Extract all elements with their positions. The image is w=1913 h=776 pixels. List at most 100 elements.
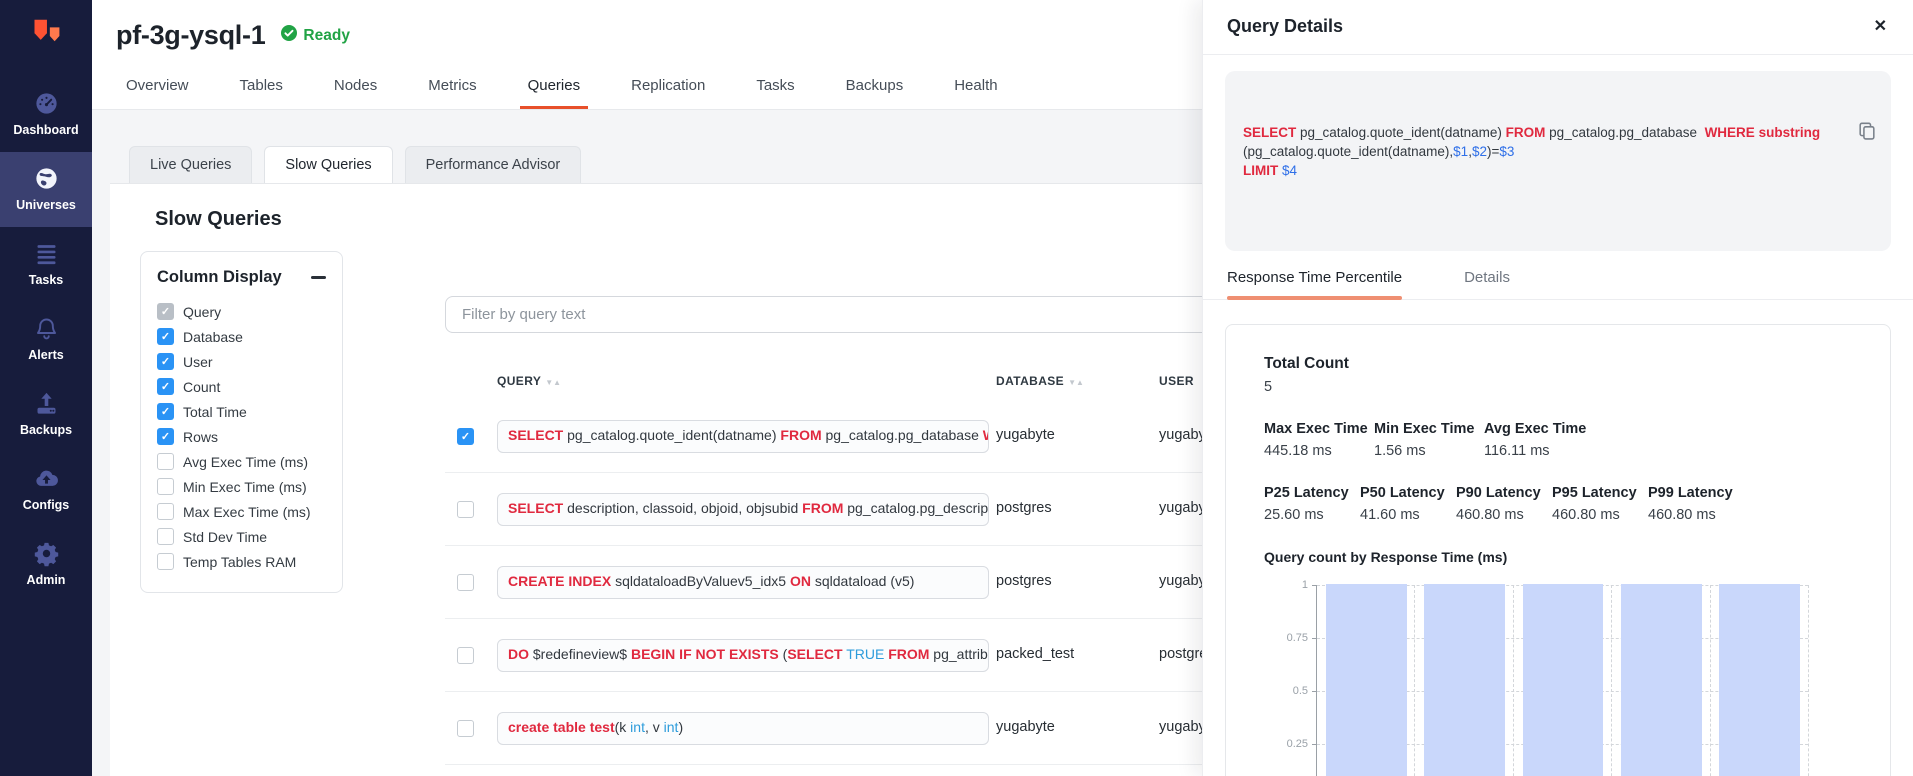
- sidebar-item-label: Dashboard: [2, 123, 90, 137]
- sidebar-item-alerts[interactable]: Alerts: [0, 302, 92, 377]
- column-toggle-total-time[interactable]: ✓Total Time: [157, 399, 326, 424]
- y-axis-tick-label: 0.25: [1264, 738, 1308, 750]
- column-toggle-label: User: [183, 354, 213, 370]
- tab-replication[interactable]: Replication: [629, 77, 707, 109]
- checkbox-icon[interactable]: ✓: [157, 328, 174, 345]
- close-icon[interactable]: ✕: [1874, 16, 1887, 36]
- column-display-title: Column Display: [157, 268, 282, 287]
- checkbox-icon[interactable]: [157, 453, 174, 470]
- query-sql-box: SELECT pg_catalog.quote_ident(datname) F…: [1225, 71, 1891, 251]
- copy-icon[interactable]: [1856, 82, 1878, 104]
- sql-line: LIMIT $4: [1243, 161, 1839, 180]
- checkbox-icon[interactable]: ✓: [157, 353, 174, 370]
- checkbox-icon[interactable]: [157, 478, 174, 495]
- column-toggle-label: Std Dev Time: [183, 529, 267, 545]
- sidebar: Dashboard Universes Tasks Alerts Backups Conf…: [0, 0, 92, 776]
- query-details-panel: Query Details ✕ SELECT pg_catalog.quote_…: [1202, 0, 1913, 776]
- column-toggle-label: Rows: [183, 429, 218, 445]
- column-toggle-label: Max Exec Time (ms): [183, 504, 311, 520]
- row-checkbox[interactable]: [457, 501, 474, 518]
- query-filter-input[interactable]: [445, 296, 1215, 333]
- ready-check-icon: [281, 25, 297, 46]
- tab-backups[interactable]: Backups: [844, 77, 906, 109]
- sidebar-item-backups[interactable]: Backups: [0, 377, 92, 452]
- checkbox-icon[interactable]: ✓: [157, 428, 174, 445]
- sidebar-item-label: Backups: [2, 423, 90, 437]
- stat-max-exec-time: Max Exec Time445.18 ms: [1264, 421, 1374, 459]
- stat-avg-exec-time: Avg Exec Time116.11 ms: [1484, 421, 1594, 459]
- row-checkbox[interactable]: ✓: [457, 428, 474, 445]
- total-count-label: Total Count: [1264, 355, 1852, 373]
- database-cell: postgres: [996, 500, 1052, 516]
- checkbox-icon[interactable]: [157, 528, 174, 545]
- subtab-live-queries[interactable]: Live Queries: [129, 146, 252, 183]
- subtab-performance-advisor[interactable]: Performance Advisor: [405, 146, 582, 183]
- stat-p50-latency: P50 Latency41.60 ms: [1360, 485, 1456, 523]
- column-toggle-std-dev-time[interactable]: Std Dev Time: [157, 524, 326, 549]
- column-header-database[interactable]: DATABASE▼▲: [996, 374, 1084, 388]
- latency-stats-row: P25 Latency25.60 msP50 Latency41.60 msP9…: [1264, 485, 1852, 523]
- column-toggle-max-exec-time-ms[interactable]: Max Exec Time (ms): [157, 499, 326, 524]
- stat-p25-latency: P25 Latency25.60 ms: [1264, 485, 1360, 523]
- column-toggle-label: Avg Exec Time (ms): [183, 454, 308, 470]
- sidebar-item-configs[interactable]: Configs: [0, 452, 92, 527]
- column-toggle-temp-tables-ram[interactable]: Temp Tables RAM: [157, 549, 326, 574]
- sidebar-item-dashboard[interactable]: Dashboard: [0, 77, 92, 152]
- details-tab-response-time-percentile[interactable]: Response Time Percentile: [1227, 269, 1402, 299]
- checkbox-icon[interactable]: [157, 553, 174, 570]
- tab-overview[interactable]: Overview: [124, 77, 191, 109]
- sort-arrows-icon[interactable]: ▼▲: [545, 378, 561, 387]
- query-details-title: Query Details: [1227, 16, 1343, 37]
- query-text-chip[interactable]: DO $redefineview$ BEGIN IF NOT EXISTS (S…: [497, 639, 989, 672]
- details-tab-details[interactable]: Details: [1464, 269, 1510, 299]
- sidebar-item-universes[interactable]: Universes: [0, 152, 92, 227]
- checkbox-icon[interactable]: [157, 503, 174, 520]
- column-toggle-database[interactable]: ✓ Database: [157, 324, 326, 349]
- histogram-bar: [1621, 584, 1702, 776]
- column-toggle-label: Temp Tables RAM: [183, 554, 296, 570]
- row-checkbox[interactable]: [457, 720, 474, 737]
- sidebar-item-label: Universes: [2, 198, 90, 212]
- page-title: pf-3g-ysql-1: [116, 20, 265, 51]
- sql-line: SELECT pg_catalog.quote_ident(datname) F…: [1243, 123, 1839, 142]
- sidebar-item-admin[interactable]: Admin: [0, 527, 92, 602]
- database-cell: packed_test: [996, 646, 1074, 662]
- column-header-query[interactable]: QUERY▼▲: [497, 374, 561, 388]
- column-toggle-rows[interactable]: ✓ Rows: [157, 424, 326, 449]
- column-toggle-label: Min Exec Time (ms): [183, 479, 307, 495]
- column-toggle-label: Query: [183, 304, 221, 320]
- sidebar-item-tasks[interactable]: Tasks: [0, 227, 92, 302]
- checkbox-icon[interactable]: ✓: [157, 403, 174, 420]
- tab-tasks[interactable]: Tasks: [754, 77, 796, 109]
- column-toggle-label: Database: [183, 329, 243, 345]
- universe-nav-tabs: Overview Tables Nodes Metrics Queries Replica…: [124, 77, 1000, 109]
- alerts-icon: [33, 315, 60, 342]
- sort-arrows-icon[interactable]: ▼▲: [1068, 378, 1084, 387]
- sql-line: (pg_catalog.quote_ident(datname),$1,$2)=…: [1243, 142, 1839, 161]
- row-checkbox[interactable]: [457, 574, 474, 591]
- column-toggle-min-exec-time-ms[interactable]: Min Exec Time (ms): [157, 474, 326, 499]
- tab-health[interactable]: Health: [952, 77, 999, 109]
- checkbox-icon[interactable]: ✓: [157, 378, 174, 395]
- tab-nodes[interactable]: Nodes: [332, 77, 379, 109]
- query-text-chip[interactable]: SELECT pg_catalog.quote_ident(datname) F…: [497, 420, 989, 453]
- sidebar-item-label: Configs: [2, 498, 90, 512]
- collapse-minus-icon[interactable]: [311, 276, 326, 279]
- database-cell: yugabyte: [996, 427, 1055, 443]
- query-text-chip[interactable]: SELECT description, classoid, objoid, ob…: [497, 493, 989, 526]
- query-text-chip[interactable]: create table test(k int, v int): [497, 712, 989, 745]
- column-toggle-avg-exec-time-ms[interactable]: Avg Exec Time (ms): [157, 449, 326, 474]
- checkbox-icon[interactable]: ✓: [157, 303, 174, 320]
- histogram-bar: [1424, 584, 1505, 776]
- subtab-slow-queries[interactable]: Slow Queries: [264, 146, 392, 183]
- column-toggle-query[interactable]: ✓ Query: [157, 299, 326, 324]
- row-checkbox[interactable]: [457, 647, 474, 664]
- column-toggle-user[interactable]: ✓ User: [157, 349, 326, 374]
- tab-tables[interactable]: Tables: [238, 77, 285, 109]
- tab-metrics[interactable]: Metrics: [426, 77, 478, 109]
- sidebar-item-label: Tasks: [2, 273, 90, 287]
- column-toggle-count[interactable]: ✓Count: [157, 374, 326, 399]
- tab-queries[interactable]: Queries: [526, 77, 583, 109]
- universe-icon: [33, 165, 60, 192]
- query-text-chip[interactable]: CREATE INDEX sqldataloadByValuev5_idx5 O…: [497, 566, 989, 599]
